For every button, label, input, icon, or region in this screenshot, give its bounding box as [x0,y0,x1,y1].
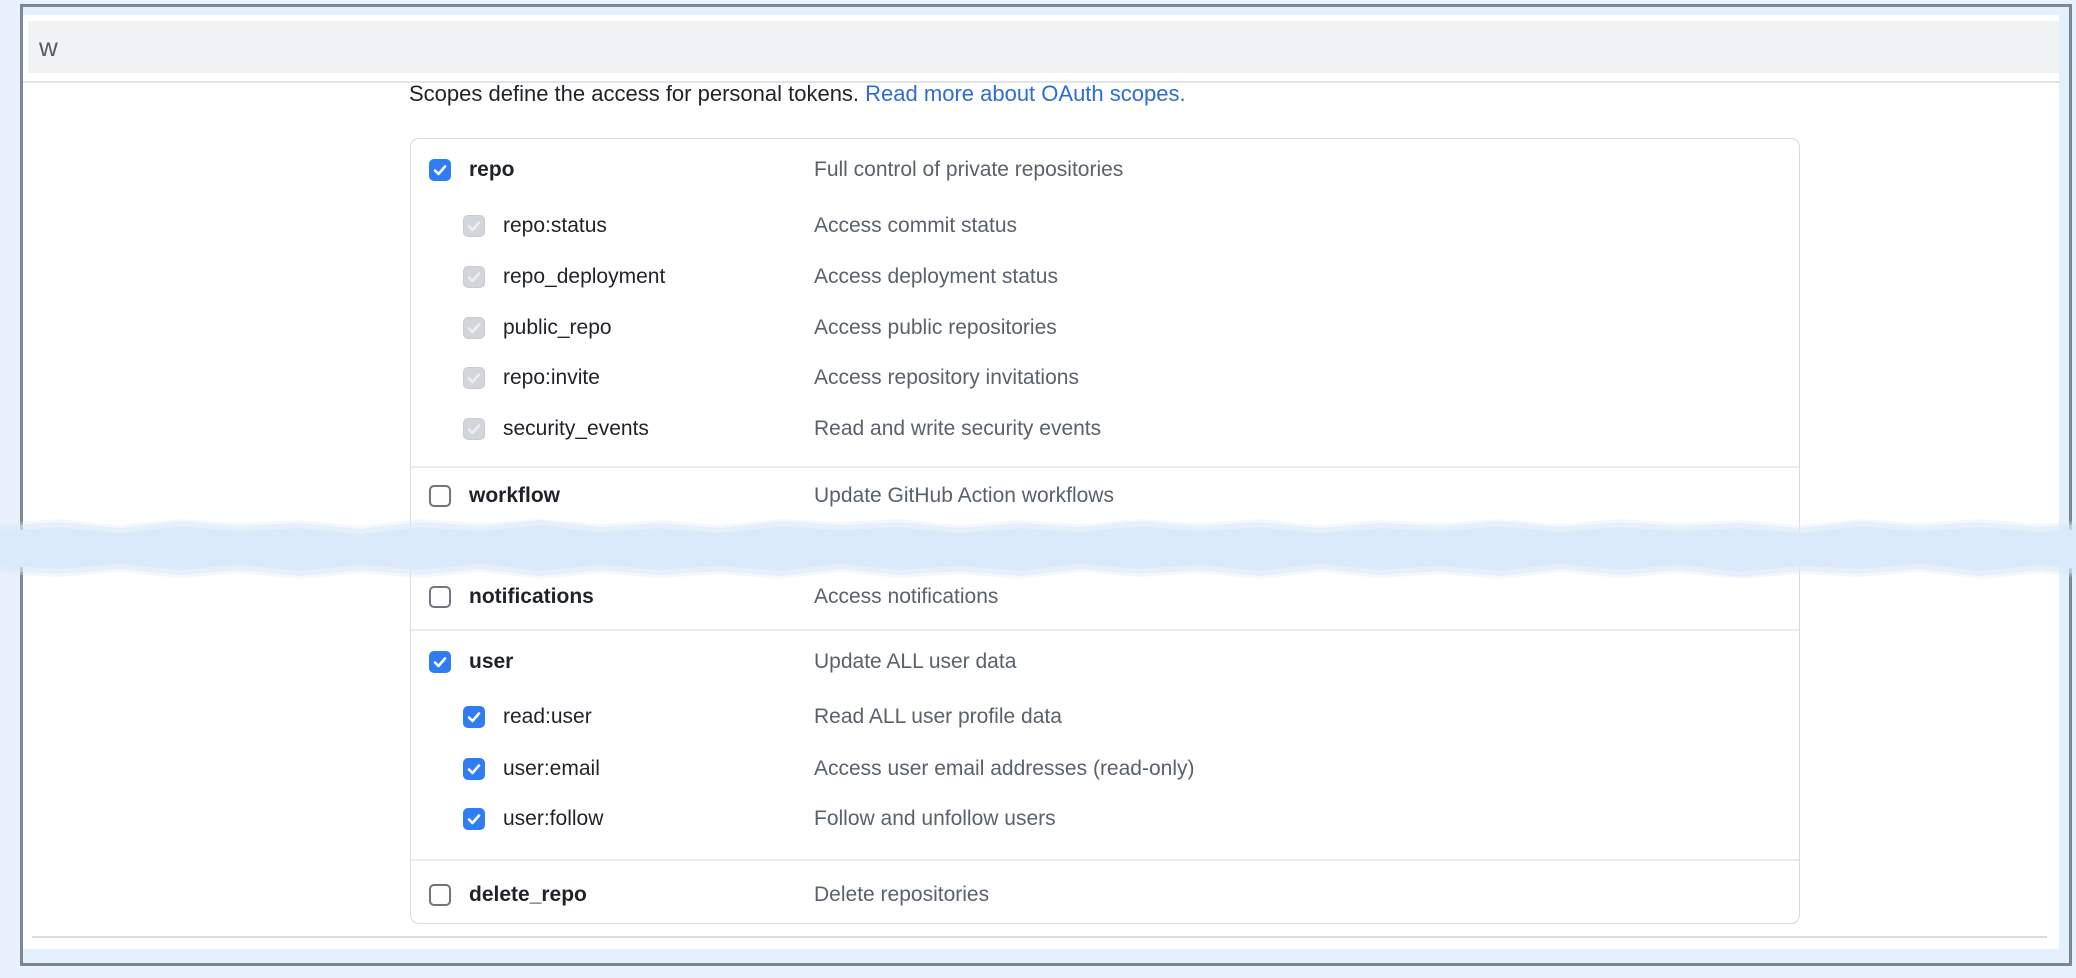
screenshot-canvas: { "note_field": { "value": "w" }, "scope… [0,0,2076,978]
window-frame: w Scopes define the access for personal … [20,4,2072,966]
scope-description: Read and write security events [814,417,1101,441]
scope-row-user: user Update ALL user data [411,636,1799,688]
window-gutter-bottom [23,949,2069,963]
checkbox-workflow[interactable] [429,485,451,507]
scope-label[interactable]: repo:invite [503,366,600,390]
checkbox-security-events[interactable] [463,418,485,440]
checkbox-repo-status[interactable] [463,215,485,237]
scope-label[interactable]: delete_repo [469,883,587,907]
scope-label[interactable]: repo_deployment [503,265,665,289]
scope-description: Access public repositories [814,316,1057,340]
oauth-scopes-link[interactable]: Read more about OAuth scopes. [865,81,1185,106]
scope-label[interactable]: read:user [503,705,592,729]
scope-label[interactable]: repo:status [503,214,607,238]
footer-divider [32,936,2047,938]
scopes-intro-text: Scopes define the access for personal to… [409,81,859,106]
window-gutter-top [23,7,2069,15]
window-gutter-right [2059,7,2069,963]
scope-row-delete-repo: delete_repo Delete repositories [411,869,1799,921]
scope-label[interactable]: user:follow [503,807,603,831]
scope-row-repo-status: repo:status Access commit status [411,200,1799,252]
scope-description: Update GitHub Action workflows [814,484,1114,508]
scope-label[interactable]: repo [469,158,515,182]
group-divider [411,466,1799,468]
checkbox-user-follow[interactable] [463,808,485,830]
group-divider [411,859,1799,861]
checkbox-public-repo[interactable] [463,317,485,339]
scope-description: Access notifications [814,585,998,609]
scope-description: Follow and unfollow users [814,807,1056,831]
scope-description: Update ALL user data [814,650,1016,674]
checkbox-delete-repo[interactable] [429,884,451,906]
checkbox-read-user[interactable] [463,706,485,728]
scopes-intro: Scopes define the access for personal to… [409,78,1186,110]
scope-label[interactable]: user:email [503,757,600,781]
scope-description: Read ALL user profile data [814,705,1062,729]
checkbox-repo-deployment[interactable] [463,266,485,288]
scope-row-user-follow: user:follow Follow and unfollow users [411,793,1799,845]
checkbox-user[interactable] [429,651,451,673]
checkbox-notifications[interactable] [429,586,451,608]
scope-row-security-events: security_events Read and write security … [411,403,1799,455]
scope-description: Access repository invitations [814,366,1079,390]
scope-label[interactable]: notifications [469,585,594,609]
note-input-value: w [39,32,58,63]
scope-description: Full control of private repositories [814,158,1123,182]
scope-row-repo-invite: repo:invite Access repository invitation… [411,352,1799,404]
scope-description: Access deployment status [814,265,1058,289]
group-divider [411,629,1799,631]
scope-description: Access user email addresses (read-only) [814,757,1194,781]
checkbox-repo[interactable] [429,159,451,181]
scope-row-repo-deployment: repo_deployment Access deployment status [411,251,1799,303]
checkbox-repo-invite[interactable] [463,367,485,389]
scope-description: Access commit status [814,214,1017,238]
scope-row-repo: repo Full control of private repositorie… [411,144,1799,196]
scope-row-notifications: notifications Access notifications [411,571,1799,623]
scope-row-read-user: read:user Read ALL user profile data [411,691,1799,743]
scope-label[interactable]: user [469,650,513,674]
scope-description: Delete repositories [814,883,989,907]
scope-row-public-repo: public_repo Access public repositories [411,302,1799,354]
scope-row-user-email: user:email Access user email addresses (… [411,743,1799,795]
scopes-box: repo Full control of private repositorie… [410,138,1800,924]
checkbox-user-email[interactable] [463,758,485,780]
scope-label[interactable]: workflow [469,484,560,508]
scope-label[interactable]: public_repo [503,316,612,340]
note-input[interactable]: w [28,21,2059,73]
scope-row-workflow: workflow Update GitHub Action workflows [411,470,1799,522]
scope-label[interactable]: security_events [503,417,649,441]
